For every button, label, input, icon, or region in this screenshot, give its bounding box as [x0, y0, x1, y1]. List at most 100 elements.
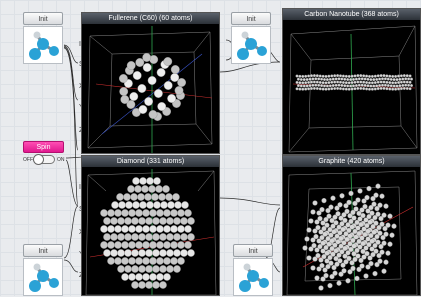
atom	[321, 197, 327, 204]
init-button-nanotube[interactable]: Init	[231, 12, 271, 25]
viewer-panel-fullerene[interactable]: Fullerene (C60) (60 atoms)	[81, 12, 220, 154]
atom	[152, 217, 160, 225]
atom	[381, 240, 387, 246]
molecule-view-graphite[interactable]	[283, 167, 420, 295]
atom	[341, 268, 347, 274]
atom	[135, 225, 143, 233]
atom	[132, 71, 142, 80]
atom	[373, 220, 379, 226]
atom	[312, 80, 316, 84]
atom	[132, 177, 140, 185]
atom	[360, 83, 364, 87]
atom	[389, 232, 395, 238]
atom	[158, 193, 166, 201]
molecule-icon-diamond[interactable]	[23, 258, 63, 296]
atom	[375, 84, 379, 88]
atom	[338, 235, 344, 242]
atom	[387, 241, 393, 247]
init-button-fullerene[interactable]: Init	[23, 12, 63, 25]
atom	[405, 80, 409, 84]
molecule-view-fullerene[interactable]	[82, 24, 219, 153]
atom	[359, 74, 363, 78]
molecule-view-nanotube[interactable]	[283, 20, 420, 154]
atom	[295, 87, 299, 91]
atom	[138, 281, 146, 289]
atom	[138, 105, 148, 114]
atom	[351, 243, 357, 249]
atom	[325, 84, 329, 88]
atom	[138, 233, 146, 241]
atom	[367, 219, 373, 225]
toggle-knob[interactable]	[33, 154, 44, 165]
atom	[377, 230, 383, 236]
atom	[119, 87, 129, 96]
atom	[318, 285, 324, 291]
atom	[135, 273, 143, 281]
atom	[308, 77, 312, 81]
molecule-view-diamond[interactable]	[82, 167, 219, 295]
atom	[327, 282, 333, 289]
atom	[396, 81, 400, 85]
atom	[166, 249, 174, 257]
viewer-panel-diamond[interactable]: Diamond (331 atoms)	[81, 155, 220, 296]
atom	[359, 80, 363, 84]
atom	[163, 57, 173, 66]
atom	[163, 225, 171, 233]
atom	[155, 185, 163, 193]
init-button-graphite[interactable]: Init	[233, 244, 273, 257]
atom	[163, 257, 171, 265]
atom	[353, 206, 359, 212]
atom	[141, 185, 149, 193]
spin-toggle[interactable]: OFF ON	[23, 154, 65, 166]
atom	[407, 83, 411, 87]
atom	[124, 217, 132, 225]
atom	[177, 241, 185, 249]
atom	[365, 87, 369, 91]
init-button-diamond[interactable]: Init	[23, 244, 63, 257]
atom	[314, 83, 318, 87]
atom	[344, 81, 348, 85]
atom	[408, 87, 412, 91]
atom	[308, 218, 314, 224]
viewer-panel-nanotube[interactable]: Carbon Nanotube (368 atoms)	[282, 8, 421, 155]
atom	[305, 78, 309, 82]
molecule-icon	[29, 263, 59, 292]
atom	[317, 77, 321, 81]
atom	[402, 74, 406, 78]
atom	[118, 201, 126, 209]
atom	[163, 81, 173, 90]
atom	[339, 193, 345, 199]
atom	[121, 273, 129, 281]
molecule-icon-graphite[interactable]	[233, 258, 273, 296]
atom	[323, 78, 327, 82]
viewer-panel-graphite[interactable]: Graphite (420 atoms)	[282, 155, 421, 296]
atom	[347, 87, 351, 91]
atom	[330, 195, 336, 201]
atom	[320, 77, 324, 81]
atom	[351, 77, 355, 81]
atom	[386, 77, 390, 81]
atom	[123, 193, 131, 201]
atom	[399, 80, 403, 84]
spin-button[interactable]: Spin	[23, 141, 64, 153]
atom	[360, 77, 364, 81]
atom	[353, 80, 357, 84]
atom	[363, 77, 367, 81]
atom	[346, 78, 350, 82]
atom	[372, 78, 376, 82]
atom	[145, 217, 153, 225]
atom	[345, 278, 351, 284]
atom	[318, 80, 322, 84]
atom	[328, 260, 334, 266]
molecule-icon-nanotube[interactable]	[231, 26, 271, 64]
atom	[156, 209, 164, 217]
atom	[124, 233, 132, 241]
atom	[379, 80, 383, 84]
atom	[383, 83, 387, 87]
atom	[365, 228, 371, 234]
atom	[317, 215, 323, 222]
atom	[306, 255, 312, 261]
molecule-icon-fullerene[interactable]	[23, 26, 63, 64]
atom	[177, 257, 185, 265]
atom	[375, 77, 379, 81]
